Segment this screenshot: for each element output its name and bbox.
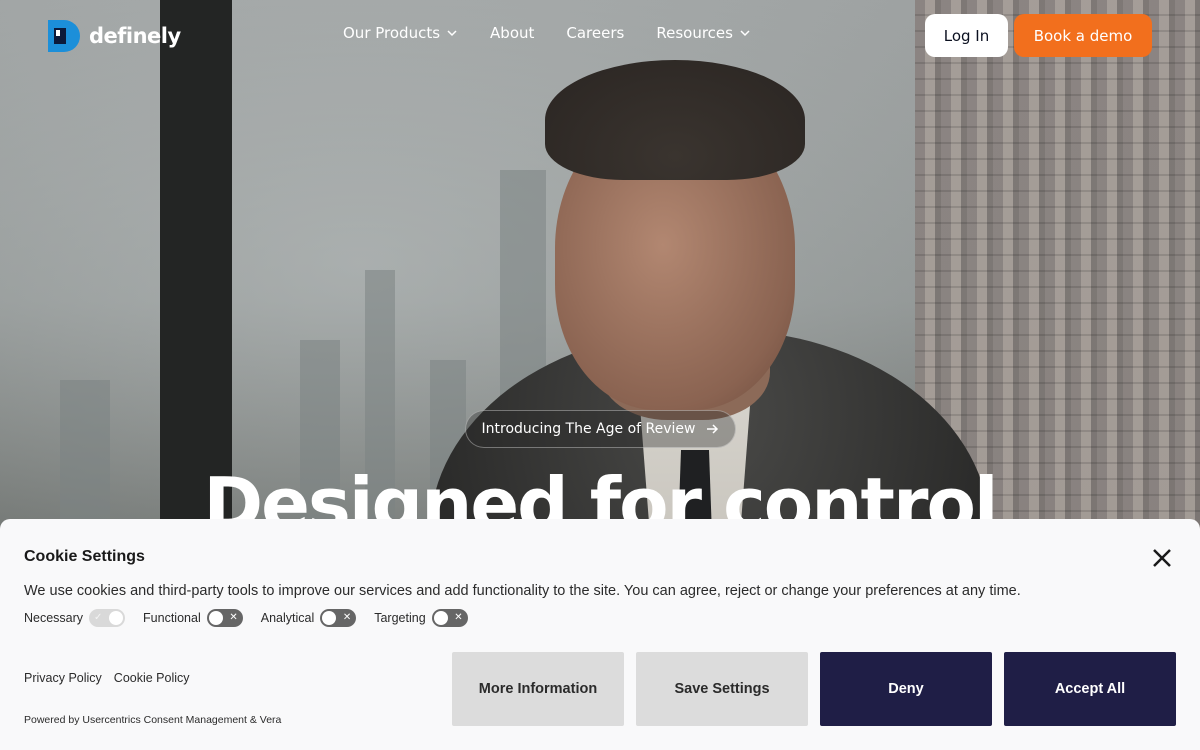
nav-label: About [490, 24, 535, 42]
chevron-down-icon [740, 30, 750, 37]
analytical-switch[interactable]: ✕ [320, 609, 357, 627]
check-icon: ✓ [94, 612, 103, 623]
toggle-label: Necessary [24, 611, 84, 625]
brand-logo[interactable]: definely [48, 20, 181, 52]
toggle-label: Analytical [260, 611, 315, 625]
cookie-policy-link[interactable]: Cookie Policy [114, 671, 190, 685]
targeting-switch[interactable]: ✕ [431, 609, 468, 627]
toggle-functional: Functional ✕ [143, 609, 243, 627]
chevron-down-icon [447, 30, 457, 37]
necessary-switch: ✓ [89, 609, 126, 627]
functional-switch[interactable]: ✕ [206, 609, 243, 627]
nav-resources[interactable]: Resources [656, 24, 751, 42]
accept-all-button[interactable]: Accept All [1004, 652, 1176, 726]
save-settings-button[interactable]: Save Settings [636, 652, 808, 726]
main-menu: Our Products About Careers Resources [343, 24, 751, 42]
toggle-targeting: Targeting ✕ [374, 609, 468, 627]
nav-label: Our Products [343, 24, 441, 42]
announcement-label: Introducing The Age of Review [481, 421, 696, 437]
toggle-necessary: Necessary ✓ [24, 609, 126, 627]
privacy-policy-link[interactable]: Privacy Policy [24, 671, 102, 685]
toggle-label: Targeting [374, 611, 426, 625]
nav-label: Resources [656, 24, 733, 42]
definely-logo-icon [48, 20, 80, 52]
deny-button[interactable]: Deny [820, 652, 992, 726]
nav-our-products[interactable]: Our Products [343, 24, 458, 42]
arrow-right-icon [707, 424, 719, 434]
more-information-button[interactable]: More Information [452, 652, 624, 726]
consent-toggles: Necessary ✓ Functional ✕ Analytical ✕ Ta… [24, 609, 468, 627]
nav-careers[interactable]: Careers [566, 24, 624, 42]
nav-about[interactable]: About [490, 24, 534, 42]
brand-name: definely [89, 24, 181, 48]
person-hair [545, 60, 805, 180]
top-navigation: definely Our Products About Careers Reso… [0, 0, 1200, 70]
toggle-label: Functional [143, 611, 201, 625]
nav-label: Careers [566, 24, 625, 42]
toggle-analytical: Analytical ✕ [261, 609, 357, 627]
cookie-description: We use cookies and third-party tools to … [24, 583, 1021, 599]
powered-by: Powered by Usercentrics Consent Manageme… [24, 714, 282, 726]
book-demo-button[interactable]: Book a demo [1014, 14, 1152, 57]
x-icon: ✕ [229, 612, 238, 623]
login-button[interactable]: Log In [925, 14, 1008, 57]
x-icon: ✕ [454, 612, 463, 623]
announcement-pill[interactable]: Introducing The Age of Review [465, 410, 736, 448]
close-icon[interactable] [1149, 545, 1175, 571]
policy-links: Privacy Policy Cookie Policy [24, 671, 190, 685]
cookie-title: Cookie Settings [24, 548, 145, 565]
cookie-banner: Cookie Settings We use cookies and third… [0, 519, 1200, 750]
x-icon: ✕ [342, 612, 352, 623]
